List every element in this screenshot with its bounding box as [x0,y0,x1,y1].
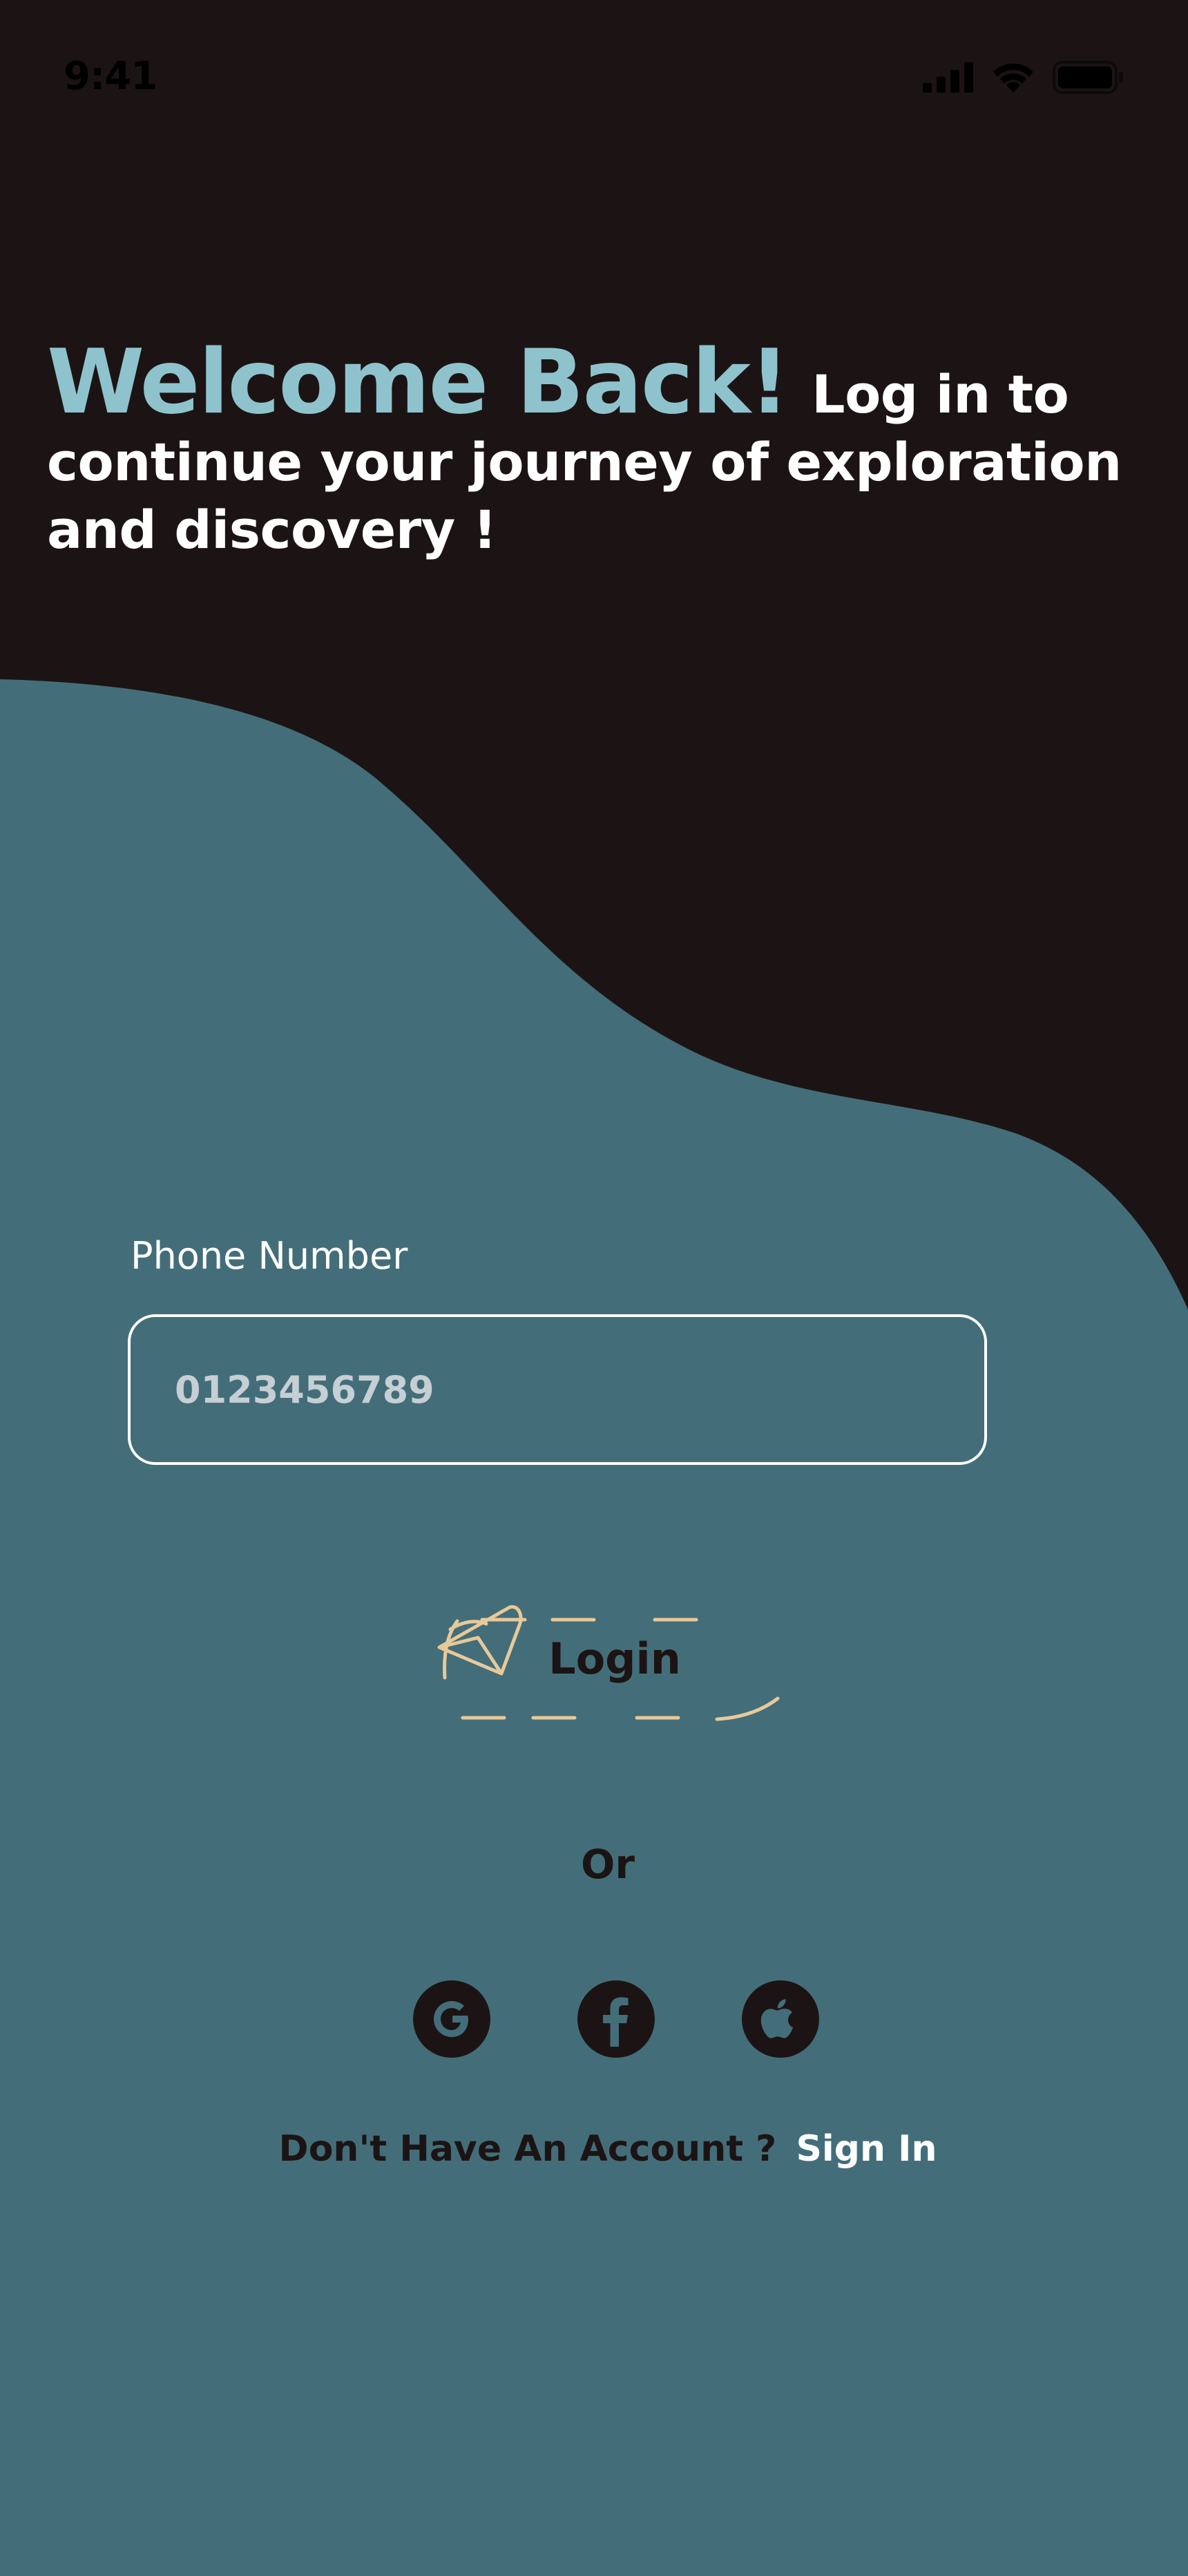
or-divider: Or [581,1841,635,1888]
login-screen: 9:41 Welcome Back! Log in to continue yo [0,0,1188,2576]
facebook-login-button[interactable] [577,1980,655,2058]
google-icon [434,2001,468,2037]
paper-plane-icon [437,1604,523,1676]
status-icons [923,61,1124,94]
phone-number-input[interactable] [128,1314,987,1465]
wifi-icon [993,63,1033,93]
signup-question: Don't Have An Account ? [278,2128,777,2170]
phone-number-label: Phone Number [131,1234,408,1278]
battery-icon [1053,61,1123,94]
status-bar: 9:41 [0,0,1188,159]
login-button[interactable]: Login [435,1602,822,1747]
welcome-heading: Welcome Back! Log in to continue your jo… [47,339,1138,564]
welcome-title: Welcome Back! [47,331,789,434]
apple-icon [760,1999,793,2038]
signup-prompt: Don't Have An Account ? Sign In [0,2128,1188,2170]
apple-login-button[interactable] [742,1980,819,2058]
facebook-icon [603,1997,629,2047]
social-login-row [413,1980,819,2058]
sign-in-link[interactable]: Sign In [796,2128,937,2170]
google-login-button[interactable] [413,1980,490,2058]
cellular-signal-icon [923,62,973,93]
status-time: 9:41 [64,54,157,99]
